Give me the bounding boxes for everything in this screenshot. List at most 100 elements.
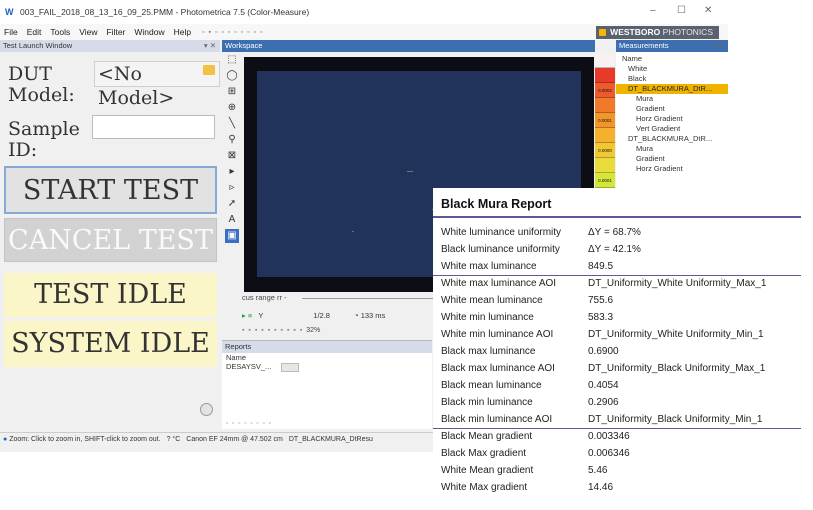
test-launch-title: Test Launch Window	[3, 41, 73, 50]
report-metric-value: 0.4054	[588, 380, 619, 391]
report-row: White mean luminance 755.6	[441, 292, 801, 309]
report-row: Black luminance uniformity ΔY = 42.1%	[441, 241, 801, 258]
measurements-header: Measurements ▾ ✕	[616, 40, 728, 52]
report-row: White max luminance AOI DT_Uniformity_Whi…	[441, 275, 801, 292]
cancel-test-button[interactable]: CANCEL TEST	[4, 218, 217, 262]
start-test-button[interactable]: START TEST	[4, 166, 217, 214]
title-bar: W 003_FAIL_2018_08_13_16_09_25.PMM - Pho…	[0, 0, 728, 24]
move-icon[interactable]: ▹	[225, 181, 239, 195]
reports-toolbar[interactable]: ▫ ▫ ▫ ▫ ▫ ▫ ▫ ▫	[226, 420, 272, 427]
channel-select[interactable]: Y	[258, 311, 263, 320]
toolbar-icons[interactable]: ▫ ▪ ▫ ▫ ▫ ▫ ▫ ▫ ▫ ▫	[202, 29, 263, 36]
menu-file[interactable]: File	[4, 27, 18, 37]
report-row: Black Max gradient 0.006346	[441, 445, 801, 462]
report-metric-value: DT_Uniformity_White Uniformity_Max_1	[588, 278, 767, 289]
measurement-tree-item[interactable]: Vert Gradient	[616, 124, 728, 134]
report-metric-label: White luminance uniformity	[441, 227, 562, 238]
pin-icon[interactable]: ▾ ✕	[712, 41, 724, 50]
system-status: SYSTEM IDLE	[4, 321, 217, 367]
measurements-panel: Measurements ▾ ✕ Name White Black DT_BLACK…	[616, 40, 728, 190]
dut-model-label: DUT Model:	[8, 63, 75, 106]
image-tools-icons[interactable]: ▪ ▪ ▪ ▪ ▪ ▪ ▪ ▪ ▪ ▪	[242, 327, 303, 334]
scale-swatch	[595, 53, 615, 68]
report-divider	[433, 275, 801, 276]
workspace-header: Workspace	[222, 40, 595, 52]
reports-title: Reports	[225, 342, 252, 351]
brand-logo: WESTBORO PHOTONICS	[596, 26, 719, 39]
zoom-level[interactable]: 32%	[306, 327, 320, 334]
report-metric-label: White min luminance	[441, 312, 534, 323]
report-row: Black max luminance 0.6900	[441, 343, 801, 360]
zoom-status-icon: ●	[3, 436, 8, 443]
report-metric-label: Black min luminance AOI	[441, 414, 553, 425]
measurement-tree-item[interactable]: Gradient	[616, 104, 728, 114]
play-icon[interactable]: ▸ ≡	[242, 311, 252, 320]
scale-swatch: 0.0001	[595, 113, 615, 128]
measurement-tree-item[interactable]: Gradient	[616, 154, 728, 164]
measurement-tree-item[interactable]: Mura	[616, 94, 728, 104]
test-launch-panel: Test Launch Window ▾ ✕ DUT Model: <No Mo…	[0, 40, 220, 429]
report-row: White Max gradient 14.46	[441, 479, 801, 496]
report-row: White Mean gradient 5.46	[441, 462, 801, 479]
scale-swatch	[595, 128, 615, 143]
report-metric-value: 0.2906	[588, 397, 619, 408]
measurement-tree-item[interactable]: DT_BLACKMURA_DtR...	[616, 84, 728, 94]
report-metric-value: 0.006346	[588, 448, 630, 459]
menu-filter[interactable]: Filter	[106, 27, 125, 37]
polygon-icon[interactable]: ⊞	[225, 85, 239, 99]
ellipse-select-icon[interactable]: ◯	[225, 69, 239, 83]
measurement-tree-item[interactable]: Mura	[616, 144, 728, 154]
report-metric-label: Black Mean gradient	[441, 431, 533, 442]
brand-sub: PHOTONICS	[662, 27, 713, 37]
refresh-icon[interactable]	[200, 403, 213, 416]
report-metric-label: Black mean luminance	[441, 380, 542, 391]
scale-swatch	[595, 158, 615, 173]
menu-help[interactable]: Help	[174, 27, 191, 37]
report-metric-label: White Mean gradient	[441, 465, 534, 476]
menu-tools[interactable]: Tools	[50, 27, 70, 37]
close-button[interactable]: ✕	[704, 5, 712, 16]
menu-view[interactable]: View	[79, 27, 97, 37]
pin-icon[interactable]: ▾ ✕	[204, 41, 216, 50]
arrow-icon[interactable]: ➚	[225, 197, 239, 211]
report-metric-value: ΔY = 68.7%	[588, 227, 641, 238]
menu-edit[interactable]: Edit	[27, 27, 42, 37]
measure-icon[interactable]: ▣	[225, 229, 239, 243]
measurement-tree-item[interactable]: DT_BLACKMURA_DtR...	[616, 134, 728, 144]
report-metric-label: Black luminance uniformity	[441, 244, 560, 255]
measurement-tree-item[interactable]: Black	[616, 74, 728, 84]
folder-icon[interactable]	[203, 65, 215, 75]
report-row: Black max luminance AOI DT_Uniformity_Bla…	[441, 360, 801, 377]
measurements-col-name: Name	[622, 54, 643, 63]
rectangle-select-icon[interactable]: ⬚	[225, 53, 239, 67]
report-divider	[433, 428, 801, 429]
reports-panel: Reports Name DESAYSV_... ▫ ▫ ▫ ▫ ▫ ▫ ▫ ▫	[222, 340, 432, 429]
measurement-tree-item[interactable]: White	[616, 64, 728, 74]
exposure-select[interactable]: 133 ms	[361, 311, 386, 320]
report-view-button[interactable]	[281, 362, 300, 372]
black-mura-report: Black Mura Report White luminance unifor…	[433, 188, 801, 500]
zoom-icon[interactable]: ⚲	[225, 133, 239, 147]
minimize-button[interactable]: –	[650, 5, 656, 16]
report-row[interactable]: DESAYSV_...	[222, 362, 432, 372]
report-row: Black min luminance AOI DT_Uniformity_Bla…	[441, 411, 801, 428]
report-metric-label: White Max gradient	[441, 482, 528, 493]
report-metric-value: 755.6	[588, 295, 614, 306]
clock-icon: ◔	[354, 311, 359, 320]
menu-window[interactable]: Window	[134, 27, 164, 37]
report-metric-value: 14.46	[588, 482, 614, 493]
measurement-tree-item[interactable]: Horz Gradient	[616, 164, 728, 174]
aperture-select[interactable]: 1/2.8	[313, 311, 330, 320]
crosshair-icon[interactable]: ⊕	[225, 101, 239, 115]
text-icon[interactable]: A	[225, 213, 239, 227]
line-icon[interactable]: ╲	[225, 117, 239, 131]
report-row: White min luminance 583.3	[441, 309, 801, 326]
report-metric-value: DT_Uniformity_Black Uniformity_Min_1	[588, 414, 763, 425]
workspace-title: Workspace	[225, 41, 263, 50]
maximize-button[interactable]: ☐	[677, 5, 686, 16]
crop-icon[interactable]: ⊠	[225, 149, 239, 163]
pointer-icon[interactable]: ▸	[225, 165, 239, 179]
measurement-tree-item[interactable]: Horz Gradient	[616, 114, 728, 124]
dut-model-select[interactable]: <No Model>	[94, 61, 220, 109]
sample-id-input[interactable]	[92, 115, 215, 139]
